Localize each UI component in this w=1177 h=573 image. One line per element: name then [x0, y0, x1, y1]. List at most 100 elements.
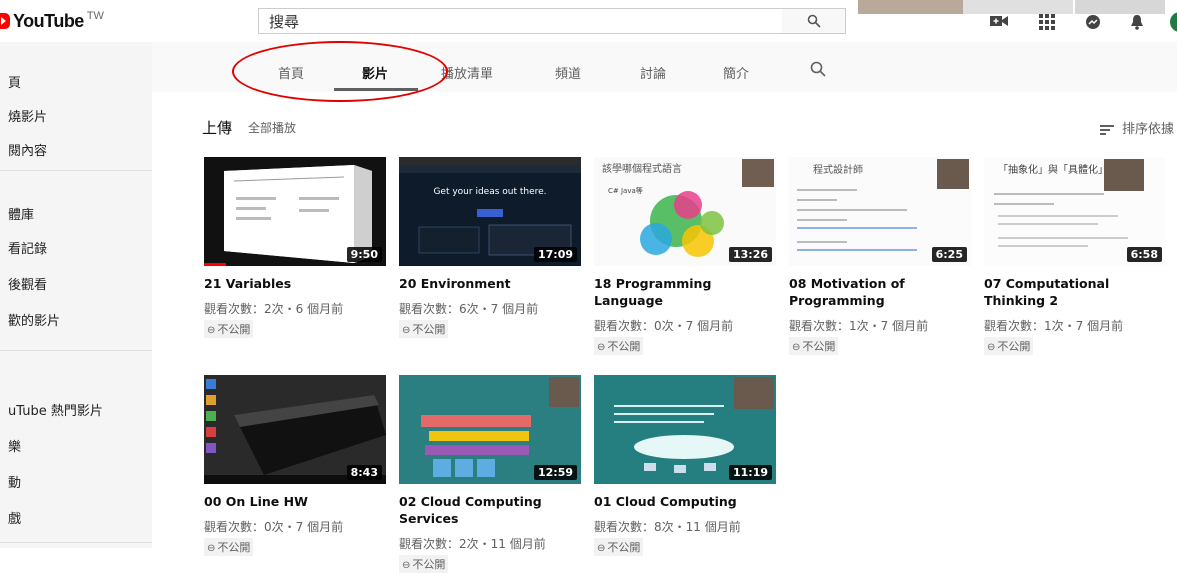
sidebar: 頁 燒影片 閱內容 體庫 看記錄 後觀看 歡的影片 uTube 熱門影片 樂 動… — [0, 42, 152, 548]
video-title[interactable]: 02 Cloud Computing Services — [399, 493, 581, 527]
video-title[interactable]: 21 Variables — [204, 275, 386, 292]
sidebar-item-home[interactable]: 頁 — [8, 72, 21, 91]
sidebar-item-trending[interactable]: 燒影片 — [8, 106, 47, 125]
video-thumbnail[interactable]: 該學哪個程式語言 C# Java等 13:26 — [594, 157, 776, 266]
visibility-badge: ⊖ 不公開 — [984, 337, 1034, 355]
video-card[interactable]: 9:50 21 Variables 觀看次數：2次・6 個月前 ⊖ 不公開 — [204, 157, 386, 338]
youtube-play-icon — [0, 13, 10, 29]
sidebar-item-gaming[interactable]: 戲 — [8, 508, 21, 527]
link-icon: ⊖ — [987, 342, 996, 353]
video-title[interactable]: 01 Cloud Computing — [594, 493, 776, 510]
search-placeholder: 搜尋 — [269, 12, 300, 31]
visibility-label: 不公開 — [217, 323, 251, 336]
video-thumbnail[interactable]: 8:43 — [204, 375, 386, 484]
video-camera-icon[interactable] — [990, 14, 1008, 32]
video-title[interactable]: 07 Computational Thinking 2 — [984, 275, 1166, 309]
video-metadata: 觀看次數：2次・6 個月前 — [204, 302, 344, 316]
sidebar-item-history[interactable]: 看記錄 — [8, 238, 47, 257]
tab-playlists[interactable]: 播放清單 — [441, 63, 493, 82]
overlay-image — [963, 0, 1073, 14]
logo-region: TW — [86, 10, 104, 22]
search-icon — [810, 61, 826, 77]
video-thumbnail[interactable]: 12:59 — [399, 375, 581, 484]
video-card[interactable]: 12:59 02 Cloud Computing Services 觀看次數：2… — [399, 375, 581, 573]
video-metadata: 觀看次數：2次・11 個月前 — [399, 537, 546, 551]
top-bar: YouTube TW 搜尋 — [0, 0, 1177, 42]
visibility-badge: ⊖ 不公開 — [204, 320, 254, 338]
tab-channels[interactable]: 頻道 — [555, 63, 581, 82]
video-thumbnail[interactable]: 11:19 — [594, 375, 776, 484]
watch-progress-bar — [204, 263, 226, 266]
video-thumbnail[interactable]: Get your ideas out there. 17:09 — [399, 157, 581, 266]
sidebar-item-sports[interactable]: 動 — [8, 472, 21, 491]
youtube-logo[interactable]: YouTube TW — [0, 10, 104, 32]
video-metadata: 觀看次數：1次・7 個月前 — [789, 319, 929, 333]
video-duration: 9:50 — [346, 247, 382, 262]
slide-heading: 「抽象化」與「具體化」 — [998, 165, 1108, 176]
sidebar-item-music[interactable]: 樂 — [8, 436, 21, 455]
video-title[interactable]: 08 Motivation of Programming — [789, 275, 971, 309]
tab-discussion[interactable]: 討論 — [640, 63, 666, 82]
link-icon: ⊖ — [597, 342, 606, 353]
link-icon: ⊖ — [207, 543, 216, 554]
sidebar-item-watch-later[interactable]: 後觀看 — [8, 274, 47, 293]
link-icon: ⊖ — [207, 325, 216, 336]
link-icon: ⊖ — [402, 325, 411, 336]
video-card[interactable]: 11:19 01 Cloud Computing 觀看次數：8次・11 個月前 … — [594, 375, 776, 556]
video-title[interactable]: 18 Programming Language — [594, 275, 776, 309]
visibility-label: 不公開 — [412, 558, 446, 571]
tab-about[interactable]: 簡介 — [723, 63, 749, 82]
sidebar-item-library[interactable]: 體庫 — [8, 204, 34, 223]
video-thumbnail[interactable]: 9:50 — [204, 157, 386, 266]
video-metadata: 觀看次數：0次・7 個月前 — [594, 319, 734, 333]
video-card[interactable]: 該學哪個程式語言 C# Java等 13:26 18 Programming L… — [594, 157, 776, 355]
visibility-badge: ⊖ 不公開 — [594, 337, 644, 355]
video-duration: 17:09 — [533, 247, 577, 262]
slide-heading: 該學哪個程式語言 — [602, 164, 682, 175]
link-icon: ⊖ — [402, 560, 411, 571]
link-icon: ⊖ — [597, 543, 606, 554]
video-metadata: 觀看次數：8次・11 個月前 — [594, 520, 741, 534]
video-duration: 11:19 — [728, 465, 772, 480]
sidebar-item-liked-videos[interactable]: 歡的影片 — [8, 310, 60, 329]
messages-icon[interactable] — [1084, 14, 1102, 32]
video-card[interactable]: Get your ideas out there. 17:09 20 Envir… — [399, 157, 581, 338]
sidebar-item-subscriptions[interactable]: 閱內容 — [8, 140, 47, 159]
visibility-badge: ⊖ 不公開 — [789, 337, 839, 355]
visibility-badge: ⊖ 不公開 — [204, 538, 254, 556]
section-title: 上傳 — [202, 119, 233, 137]
video-metadata: 觀看次數：0次・7 個月前 — [204, 520, 344, 534]
channel-search-button[interactable] — [810, 61, 826, 82]
video-duration: 6:58 — [1126, 247, 1162, 262]
apps-grid-icon[interactable] — [1038, 14, 1056, 32]
visibility-label: 不公開 — [412, 323, 446, 336]
video-thumbnail[interactable]: 程式設計師 6:25 — [789, 157, 971, 266]
search-button[interactable] — [782, 8, 846, 34]
video-title[interactable]: 00 On Line HW — [204, 493, 386, 510]
logo-text: YouTube — [13, 10, 84, 31]
search-input[interactable]: 搜尋 — [258, 8, 783, 34]
sidebar-item-youtube-trending[interactable]: uTube 熱門影片 — [8, 400, 103, 419]
overlay-image — [858, 0, 963, 14]
video-title[interactable]: 20 Environment — [399, 275, 581, 292]
avatar[interactable] — [1170, 12, 1177, 32]
visibility-label: 不公開 — [607, 340, 641, 353]
video-thumbnail[interactable]: 「抽象化」與「具體化」 6:58 — [984, 157, 1166, 266]
slide-bullet: C# Java等 — [608, 187, 643, 195]
search-icon — [807, 14, 821, 28]
video-metadata: 觀看次數：1次・7 個月前 — [984, 319, 1124, 333]
link-icon: ⊖ — [792, 342, 801, 353]
video-card[interactable]: 程式設計師 6:25 08 Motivation of Programming … — [789, 157, 971, 355]
sidebar-divider — [0, 350, 152, 351]
video-metadata: 觀看次數：6次・7 個月前 — [399, 302, 539, 316]
slide-heading: Get your ideas out there. — [433, 187, 547, 197]
visibility-badge: ⊖ 不公開 — [399, 320, 449, 338]
video-card[interactable]: 8:43 00 On Line HW 觀看次數：0次・7 個月前 ⊖ 不公開 — [204, 375, 386, 556]
visibility-label: 不公開 — [802, 340, 836, 353]
bell-icon[interactable] — [1128, 14, 1146, 32]
video-card[interactable]: 「抽象化」與「具體化」 6:58 07 Computational Thinki… — [984, 157, 1166, 355]
red-annotation-circle — [232, 41, 448, 102]
visibility-label: 不公開 — [997, 340, 1031, 353]
sort-button[interactable]: 排序依據 — [1100, 118, 1174, 137]
play-all-link[interactable]: 全部播放 — [248, 119, 296, 136]
